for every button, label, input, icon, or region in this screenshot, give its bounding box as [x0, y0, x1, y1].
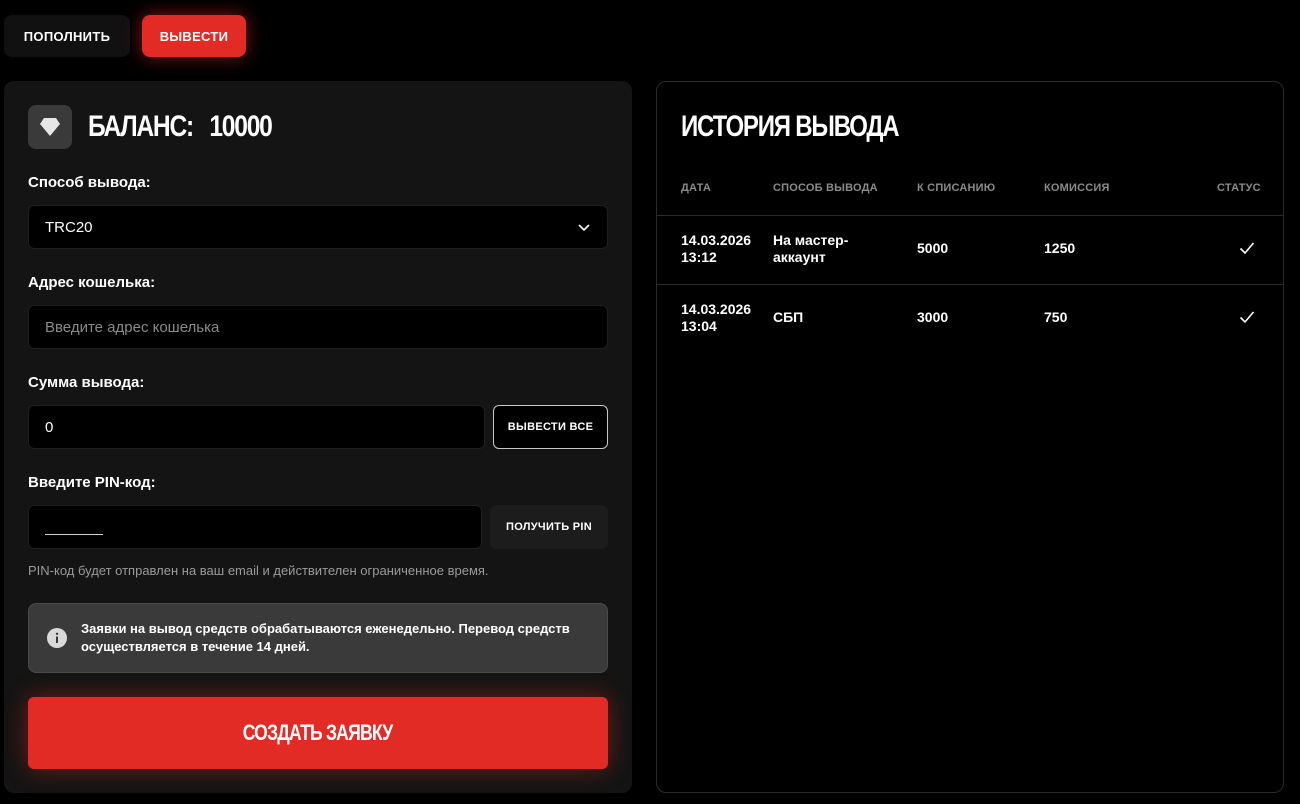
- pin-hint: PIN-код будет отправлен на ваш email и д…: [28, 563, 489, 578]
- row-fee: 750: [1044, 309, 1068, 325]
- withdraw-all-button[interactable]: ВЫВЕСТИ ВСЕ: [493, 405, 608, 449]
- notice-text: Заявки на вывод средств обрабатываются е…: [81, 621, 570, 654]
- row-method: На мастер- аккаунт: [773, 232, 848, 266]
- withdraw-form-panel: БАЛАНС: 10000 Способ вывода: TRC20 Адрес…: [4, 81, 632, 793]
- balance-value: 10000: [209, 110, 272, 143]
- row-date-day: 14.03.2026: [681, 232, 752, 248]
- create-request-button[interactable]: СОЗДАТЬ ЗАЯВКУ: [28, 697, 608, 769]
- check-icon: [1239, 311, 1255, 324]
- row-divider: [657, 284, 1283, 285]
- gem-icon: [28, 105, 72, 149]
- row-method-line1: На мастер-: [773, 232, 849, 248]
- row-date-time: 13:04: [681, 318, 717, 334]
- tab-deposit[interactable]: ПОПОЛНИТЬ: [4, 15, 130, 57]
- pin-placeholder-underline: [45, 533, 103, 535]
- wallet-address-input[interactable]: Введите адрес кошелька: [28, 305, 608, 349]
- method-label: Способ вывода:: [28, 174, 151, 191]
- row-method: СБП: [773, 309, 803, 326]
- pin-input[interactable]: [28, 505, 482, 549]
- row-date: 14.03.2026 13:12: [681, 232, 751, 266]
- col-date: ДАТА: [681, 182, 712, 194]
- info-notice: Заявки на вывод средств обрабатываются е…: [28, 603, 608, 673]
- create-request-label: СОЗДАТЬ ЗАЯВКУ: [243, 720, 393, 745]
- col-status: СТАТУС: [1217, 182, 1261, 194]
- check-icon: [1239, 242, 1255, 255]
- withdraw-tabs: ПОПОЛНИТЬ ВЫВЕСТИ: [4, 15, 246, 57]
- amount-value: 0: [45, 418, 54, 436]
- col-method: СПОСОБ ВЫВОДА: [773, 182, 878, 194]
- balance-label: БАЛАНС:: [88, 110, 194, 143]
- wallet-placeholder: Введите адрес кошелька: [45, 318, 220, 336]
- get-pin-button[interactable]: ПОЛУЧИТЬ PIN: [490, 505, 608, 549]
- balance: БАЛАНС: 10000: [88, 110, 273, 144]
- method-select[interactable]: TRC20: [28, 205, 608, 249]
- row-date-time: 13:12: [681, 249, 717, 265]
- balance-row: БАЛАНС: 10000: [28, 105, 312, 149]
- info-icon: [47, 628, 67, 648]
- pin-label: Введите PIN-код:: [28, 474, 156, 491]
- col-fee: КОМИССИЯ: [1044, 182, 1110, 194]
- row-method-line1: СБП: [773, 309, 804, 325]
- row-date-day: 14.03.2026: [681, 301, 752, 317]
- row-amount: 3000: [917, 309, 949, 325]
- row-amount: 5000: [917, 240, 949, 256]
- chevron-down-icon: [578, 224, 590, 232]
- tab-withdraw[interactable]: ВЫВЕСТИ: [142, 15, 246, 57]
- row-method-line2: аккаунт: [773, 249, 826, 265]
- amount-label: Сумма вывода:: [28, 374, 145, 391]
- col-amount: К СПИСАНИЮ: [917, 182, 996, 194]
- history-title: ИСТОРИЯ ВЫВОДА: [681, 110, 900, 143]
- method-value: TRC20: [45, 218, 93, 236]
- history-panel: ИСТОРИЯ ВЫВОДА ДАТА СПОСОБ ВЫВОДА К СПИС…: [656, 81, 1284, 793]
- row-date: 14.03.2026 13:04: [681, 301, 751, 335]
- wallet-label: Адрес кошелька:: [28, 274, 156, 291]
- amount-input[interactable]: 0: [28, 405, 485, 449]
- row-fee: 1250: [1044, 240, 1076, 256]
- header-divider: [657, 215, 1283, 216]
